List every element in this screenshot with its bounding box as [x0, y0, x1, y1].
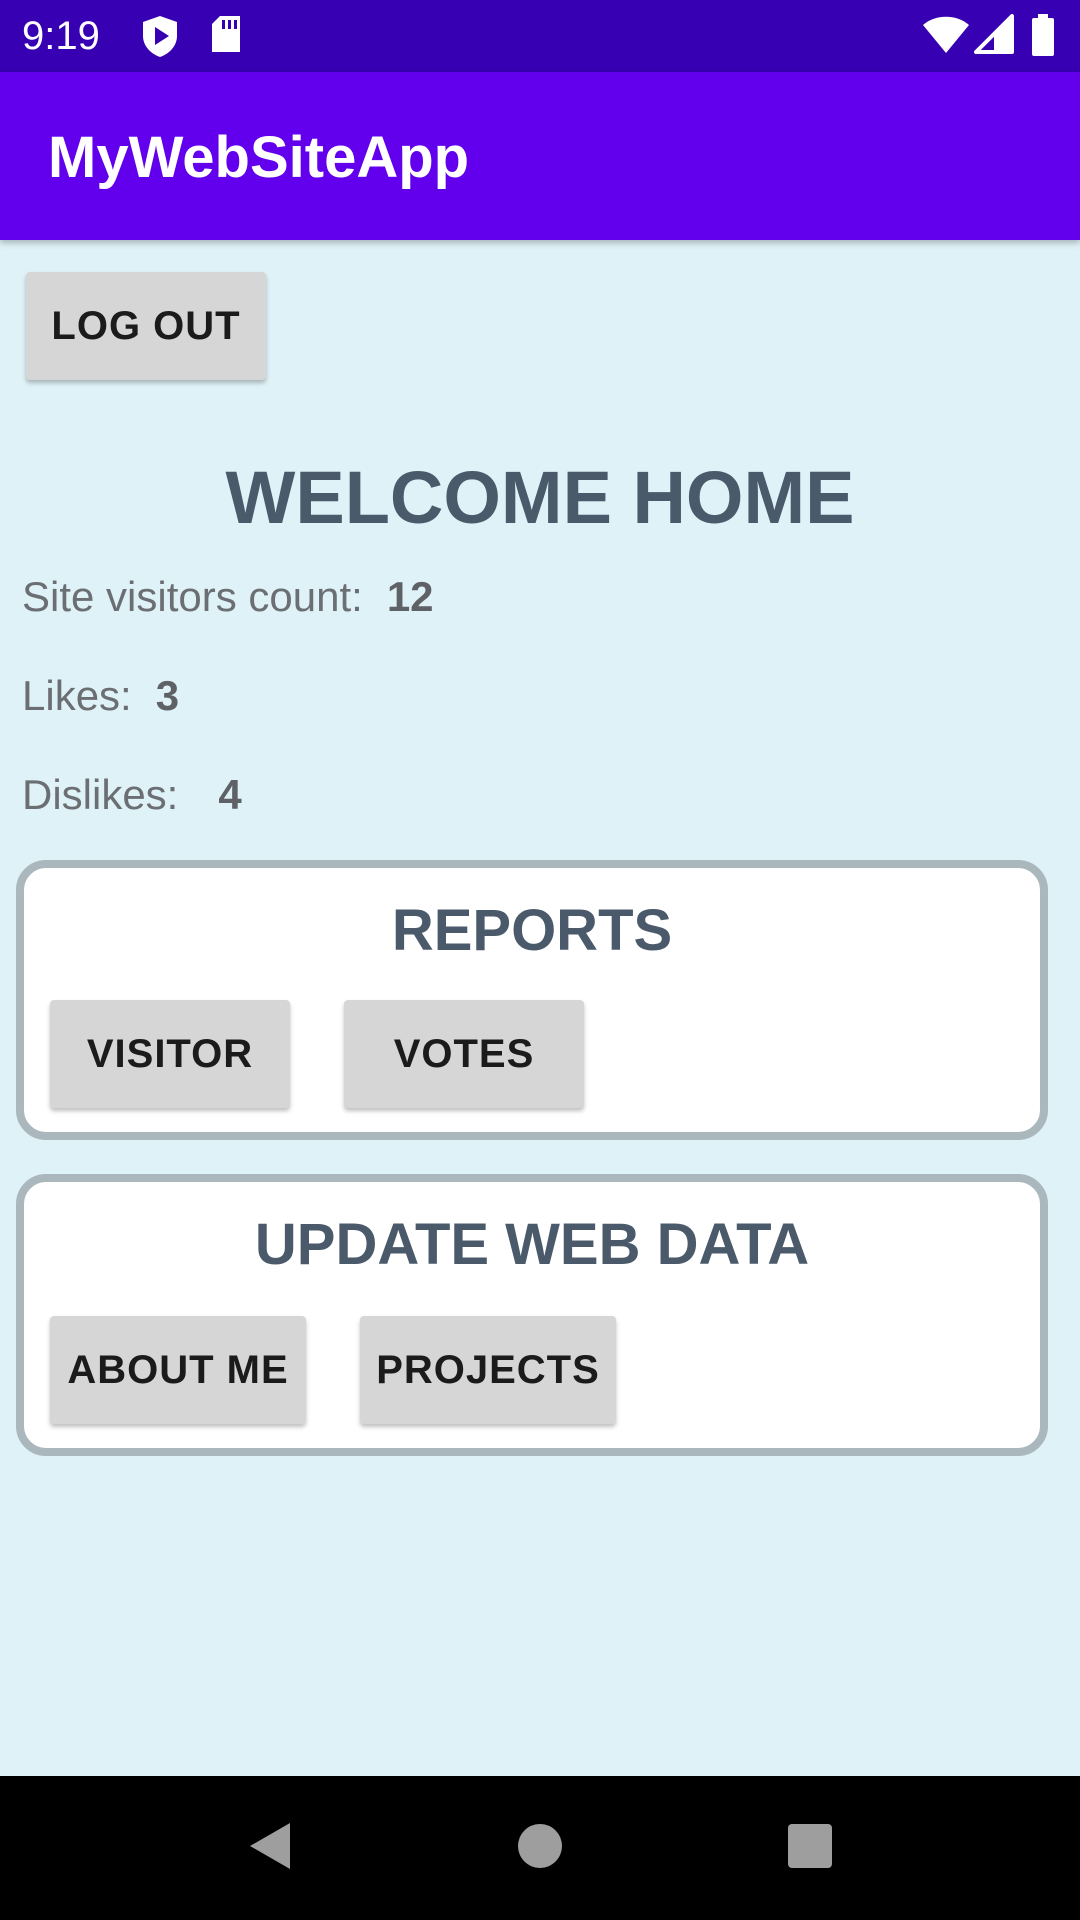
visitors-count-label: Site visitors count: — [22, 573, 363, 620]
update-web-data-card: UPDATE WEB DATA ABOUT ME PROJECTS — [16, 1174, 1048, 1456]
about-me-button[interactable]: ABOUT ME — [50, 1316, 306, 1424]
back-icon — [246, 1820, 294, 1877]
likes-row: Likes: 3 — [22, 671, 179, 721]
visitor-report-button[interactable]: VISITOR — [50, 1000, 290, 1108]
play-protect-icon — [140, 14, 180, 58]
likes-label: Likes: — [22, 672, 132, 719]
cell-signal-icon — [974, 14, 1014, 58]
reports-card: REPORTS VISITOR VOTES — [16, 860, 1048, 1140]
logout-button[interactable]: LOG OUT — [26, 272, 266, 380]
app-title: MyWebSiteApp — [48, 125, 470, 190]
back-button[interactable] — [220, 1776, 320, 1920]
update-web-data-title: UPDATE WEB DATA — [254, 1212, 810, 1277]
projects-button[interactable]: PROJECTS — [360, 1316, 616, 1424]
reports-title: REPORTS — [391, 898, 673, 963]
recents-button[interactable] — [760, 1776, 860, 1920]
sd-card-icon — [210, 14, 242, 58]
navigation-bar — [0, 1776, 1080, 1920]
battery-icon — [1030, 14, 1056, 58]
status-time: 9:19 — [22, 14, 100, 58]
likes-value: 3 — [155, 672, 180, 719]
status-bar: 9:19 — [0, 0, 1080, 72]
dislikes-label: Dislikes: — [22, 771, 179, 818]
home-button[interactable] — [490, 1776, 590, 1920]
wifi-icon — [922, 14, 970, 58]
welcome-title: WELCOME HOME — [225, 456, 855, 539]
visitors-count-row: Site visitors count: 12 — [22, 572, 434, 622]
dislikes-value: 4 — [218, 771, 242, 818]
home-icon — [517, 1823, 563, 1874]
visitors-count-value: 12 — [386, 573, 434, 620]
app-bar: MyWebSiteApp — [0, 72, 1080, 240]
dislikes-row: Dislikes: 4 — [22, 770, 242, 820]
recents-icon — [786, 1822, 834, 1875]
votes-report-button[interactable]: VOTES — [344, 1000, 584, 1108]
